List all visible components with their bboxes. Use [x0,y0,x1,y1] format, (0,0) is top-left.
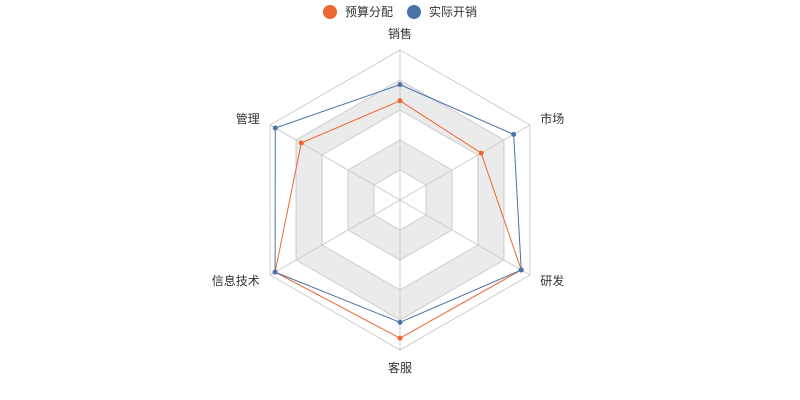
radar-series-0-point-1 [478,150,484,156]
radar-indicator-label-0: 销售 [388,26,412,41]
radar-series-1-point-2 [518,267,524,273]
radar-series-0-point-3 [397,335,403,341]
radar-series-0-point-5 [298,140,304,146]
radar-indicator-label-2: 研发 [540,273,564,288]
radar-indicator-label-1: 市场 [540,111,564,126]
radar-series-1-point-5 [272,125,278,131]
radar-series-1-point-1 [511,131,517,137]
radar-series-0-point-0 [397,98,403,104]
radar-series-1-point-4 [272,269,278,275]
radar-chart: 销售市场研发客服 信息技术 管理 [212,26,565,375]
radar-series-1-point-0 [397,82,403,88]
radar-series-1-point-3 [397,319,403,325]
radar-indicator-label-4: 信息技术 [212,273,260,288]
radar-indicator-label-5: 管理 [236,111,260,126]
radar-indicator-label-3: 客服 [388,360,412,375]
